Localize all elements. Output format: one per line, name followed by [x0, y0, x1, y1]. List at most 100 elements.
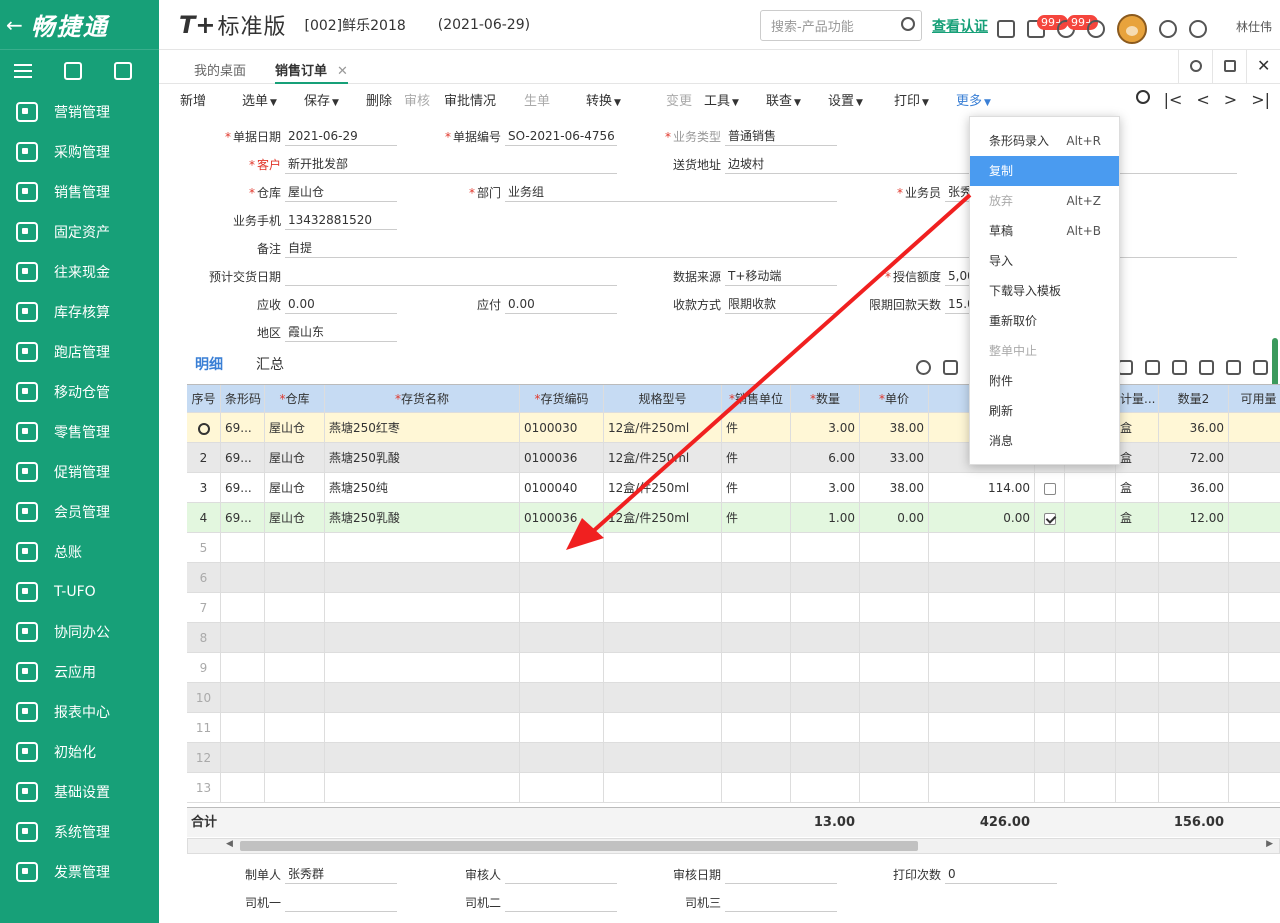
nav-arrow-icon[interactable]: > — [1224, 90, 1237, 109]
empty-cell[interactable] — [265, 623, 325, 653]
empty-cell[interactable] — [860, 623, 929, 653]
empty-cell[interactable] — [1116, 713, 1159, 743]
date-value[interactable]: 2021-06-29 — [285, 126, 397, 146]
scan-icon[interactable] — [943, 360, 958, 375]
empty-cell[interactable] — [1065, 773, 1116, 803]
sidebar-item[interactable]: 零售管理 — [0, 412, 159, 452]
cell-price[interactable]: 33.00 — [860, 443, 929, 473]
tab-desktop[interactable]: 我的桌面 — [194, 60, 246, 84]
empty-cell[interactable] — [1229, 533, 1280, 563]
column-header[interactable]: *存货名称 — [325, 385, 520, 413]
empty-cell[interactable] — [325, 713, 520, 743]
empty-cell[interactable] — [1035, 683, 1065, 713]
cell-spec[interactable]: 12盒/件250ml — [604, 503, 722, 533]
empty-cell[interactable] — [722, 683, 791, 713]
field-date[interactable]: * 单据日期 2021-06-29 — [199, 126, 397, 146]
field-customer[interactable]: * 客户 新开批发部 — [199, 154, 617, 174]
empty-cell[interactable] — [265, 533, 325, 563]
empty-row[interactable]: 8 — [187, 623, 1280, 653]
cell-qty[interactable]: 3.00 — [791, 413, 860, 443]
cell-barcode[interactable]: 69... — [221, 413, 265, 443]
cell-no[interactable]: 2 — [187, 443, 221, 473]
empty-cell[interactable] — [520, 713, 604, 743]
empty-cell[interactable] — [1116, 593, 1159, 623]
edit-menu-icon[interactable] — [114, 62, 132, 80]
cell-qty[interactable]: 6.00 — [791, 443, 860, 473]
empty-cell[interactable] — [1159, 653, 1229, 683]
scroll-thumb[interactable] — [240, 841, 918, 851]
empty-cell[interactable] — [1035, 593, 1065, 623]
empty-cell[interactable] — [604, 773, 722, 803]
cell-amount[interactable]: 114.00 — [929, 473, 1035, 503]
empty-cell[interactable] — [860, 773, 929, 803]
cell-unit[interactable]: 件 — [722, 473, 791, 503]
empty-cell[interactable] — [520, 653, 604, 683]
menu-item[interactable]: 条形码录入 Alt+R — [970, 126, 1119, 156]
empty-cell[interactable] — [604, 563, 722, 593]
empty-cell[interactable] — [604, 653, 722, 683]
subtab-summary[interactable]: 汇总 — [256, 354, 284, 374]
empty-cell[interactable] — [791, 773, 860, 803]
empty-cell[interactable] — [1065, 623, 1116, 653]
nav-arrow-icon[interactable]: |< — [1164, 90, 1183, 109]
horizontal-scrollbar[interactable]: ◀ ▶ — [187, 838, 1280, 854]
empty-cell[interactable] — [325, 563, 520, 593]
empty-cell[interactable] — [221, 593, 265, 623]
sidebar-item[interactable]: 发票管理 — [0, 852, 159, 892]
help-icon[interactable] — [1159, 20, 1177, 38]
empty-cell[interactable] — [604, 593, 722, 623]
empty-cell[interactable] — [1035, 713, 1065, 743]
driver2-value[interactable] — [505, 892, 617, 912]
empty-cell[interactable] — [1116, 623, 1159, 653]
empty-cell[interactable] — [929, 653, 1035, 683]
sidebar-item[interactable]: 促销管理 — [0, 452, 159, 492]
field-warehouse[interactable]: * 仓库 屋山仓 — [199, 182, 397, 202]
cell-wh[interactable]: 屋山仓 — [265, 413, 325, 443]
empty-cell[interactable] — [604, 683, 722, 713]
row-settings-icon[interactable] — [197, 422, 210, 435]
empty-cell[interactable] — [265, 593, 325, 623]
account-name[interactable]: [002]鲜乐2018 — [305, 15, 406, 35]
cell-avail[interactable] — [1229, 503, 1280, 533]
column-header[interactable]: *单价 — [860, 385, 929, 413]
empty-cell[interactable] — [722, 713, 791, 743]
subtab-detail[interactable]: 明细 — [195, 354, 223, 374]
search-input[interactable]: 搜索-产品功能 — [760, 10, 922, 41]
empty-cell[interactable]: 12 — [187, 743, 221, 773]
empty-cell[interactable] — [1065, 713, 1116, 743]
menu-item[interactable]: 下载导入模板 — [970, 276, 1119, 306]
empty-cell[interactable] — [1159, 593, 1229, 623]
empty-cell[interactable] — [791, 683, 860, 713]
empty-row[interactable]: 9 — [187, 653, 1280, 683]
sidebar-item[interactable]: 往来现金 — [0, 252, 159, 292]
empty-cell[interactable] — [325, 623, 520, 653]
sidebar-item[interactable]: 营销管理 — [0, 92, 159, 132]
empty-cell[interactable] — [520, 743, 604, 773]
empty-cell[interactable] — [860, 713, 929, 743]
empty-cell[interactable] — [860, 653, 929, 683]
empty-cell[interactable] — [929, 563, 1035, 593]
empty-cell[interactable] — [860, 743, 929, 773]
empty-cell[interactable] — [1035, 653, 1065, 683]
column-header[interactable]: *仓库 — [265, 385, 325, 413]
empty-cell[interactable] — [520, 773, 604, 803]
region-value[interactable]: 霞山东 — [285, 322, 397, 342]
toolbar-item[interactable]: 删除 — [366, 90, 404, 109]
empty-row[interactable]: 5 — [187, 533, 1280, 563]
table-row[interactable]: 4 69... 屋山仓 燕塘250乳酸 0100036 12盒/件250ml 件 1.00 0.… — [187, 503, 1280, 533]
toolbar-item[interactable]: 选单 ▼ — [242, 90, 304, 109]
empty-cell[interactable] — [221, 623, 265, 653]
bell-icon[interactable]: 99+ — [1057, 15, 1099, 38]
user-icon[interactable] — [1189, 20, 1207, 38]
cell-avail[interactable] — [1229, 413, 1280, 443]
empty-cell[interactable] — [1035, 623, 1065, 653]
column-header[interactable]: 序号 — [187, 385, 221, 413]
chart-icon[interactable] — [1145, 360, 1160, 375]
search-menu-icon[interactable] — [64, 62, 82, 80]
empty-cell[interactable] — [722, 593, 791, 623]
toolbar-item[interactable]: 转换 ▼ — [586, 90, 666, 109]
empty-cell[interactable] — [791, 743, 860, 773]
record-search-icon[interactable] — [1135, 90, 1150, 104]
empty-cell[interactable] — [722, 623, 791, 653]
empty-cell[interactable] — [1229, 653, 1280, 683]
